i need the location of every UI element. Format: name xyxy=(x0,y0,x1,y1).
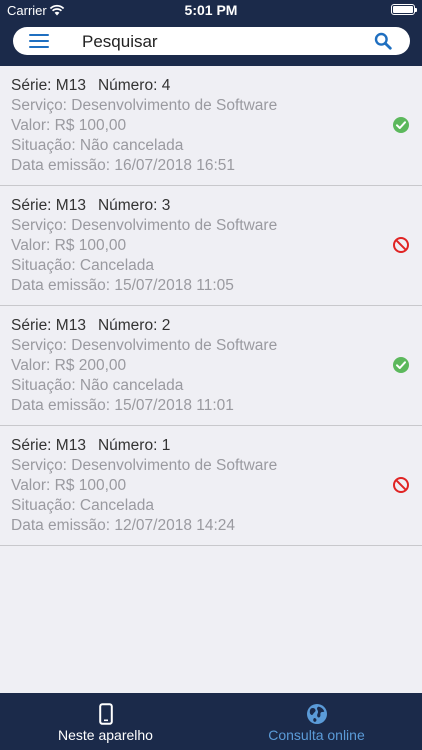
tab-neste-aparelho[interactable]: Neste aparelho xyxy=(0,693,211,750)
list-item[interactable]: Série: M13 Número: 1 Serviço: Desenvolvim… xyxy=(0,426,422,546)
search-bar xyxy=(13,27,410,55)
invoice-serie: Série: M13 xyxy=(11,77,86,94)
search-icon[interactable] xyxy=(374,32,392,50)
invoice-serie: Série: M13 xyxy=(11,437,86,454)
top-bar: Carrier 5:01 PM xyxy=(0,0,422,66)
check-circle-icon xyxy=(393,117,409,133)
globe-icon xyxy=(306,704,327,724)
menu-icon[interactable] xyxy=(29,34,49,48)
invoice-status-text: Situação: Cancelada xyxy=(11,497,155,514)
invoice-number: Número: 4 xyxy=(97,77,171,94)
invoice-number: Número: 1 xyxy=(97,437,171,454)
list-item[interactable]: Série: M13 Número: 2 Serviço: Desenvolvim… xyxy=(0,306,422,426)
invoice-serie: Série: M13 xyxy=(11,197,86,214)
invoice-date: Data emissão: 15/07/2018 11:01 xyxy=(11,397,234,414)
invoice-service: Serviço: Desenvolvimento de Software xyxy=(11,457,278,474)
invoice-value: Valor: R$ 200,00 xyxy=(11,357,127,374)
cancelled-icon xyxy=(393,477,409,493)
tab-label: Consulta online xyxy=(268,727,365,743)
check-circle-icon xyxy=(393,357,409,373)
battery-icon xyxy=(391,4,417,15)
invoice-status-text: Situação: Não cancelada xyxy=(11,137,184,154)
invoice-number: Número: 3 xyxy=(97,197,171,214)
invoice-service: Serviço: Desenvolvimento de Software xyxy=(11,217,278,234)
invoice-service: Serviço: Desenvolvimento de Software xyxy=(11,97,278,114)
tab-bar: Neste aparelho Consulta online xyxy=(0,693,422,750)
search-input[interactable] xyxy=(80,29,364,55)
invoice-status-text: Situação: Não cancelada xyxy=(11,377,184,394)
invoice-list: Série: M13 Número: 4 Serviço: Desenvolvim… xyxy=(0,66,422,546)
tab-consulta-online[interactable]: Consulta online xyxy=(211,693,422,750)
cancelled-icon xyxy=(393,237,409,253)
invoice-date: Data emissão: 12/07/2018 14:24 xyxy=(11,517,236,534)
invoice-value: Valor: R$ 100,00 xyxy=(11,117,127,134)
invoice-date: Data emissão: 15/07/2018 11:05 xyxy=(11,277,234,294)
invoice-status-text: Situação: Cancelada xyxy=(11,257,155,274)
invoice-value: Valor: R$ 100,00 xyxy=(11,477,127,494)
invoice-date: Data emissão: 16/07/2018 16:51 xyxy=(11,157,236,174)
tab-label: Neste aparelho xyxy=(58,727,153,743)
invoice-serie: Série: M13 xyxy=(11,317,86,334)
list-item[interactable]: Série: M13 Número: 3 Serviço: Desenvolvim… xyxy=(0,186,422,306)
invoice-value: Valor: R$ 100,00 xyxy=(11,237,127,254)
list-item[interactable]: Série: M13 Número: 4 Serviço: Desenvolvim… xyxy=(0,66,422,186)
clock: 5:01 PM xyxy=(184,2,238,18)
invoice-number: Número: 2 xyxy=(97,317,171,334)
invoice-service: Serviço: Desenvolvimento de Software xyxy=(11,337,278,354)
status-bar: Carrier 5:01 PM xyxy=(0,0,422,22)
phone-icon xyxy=(98,703,113,725)
